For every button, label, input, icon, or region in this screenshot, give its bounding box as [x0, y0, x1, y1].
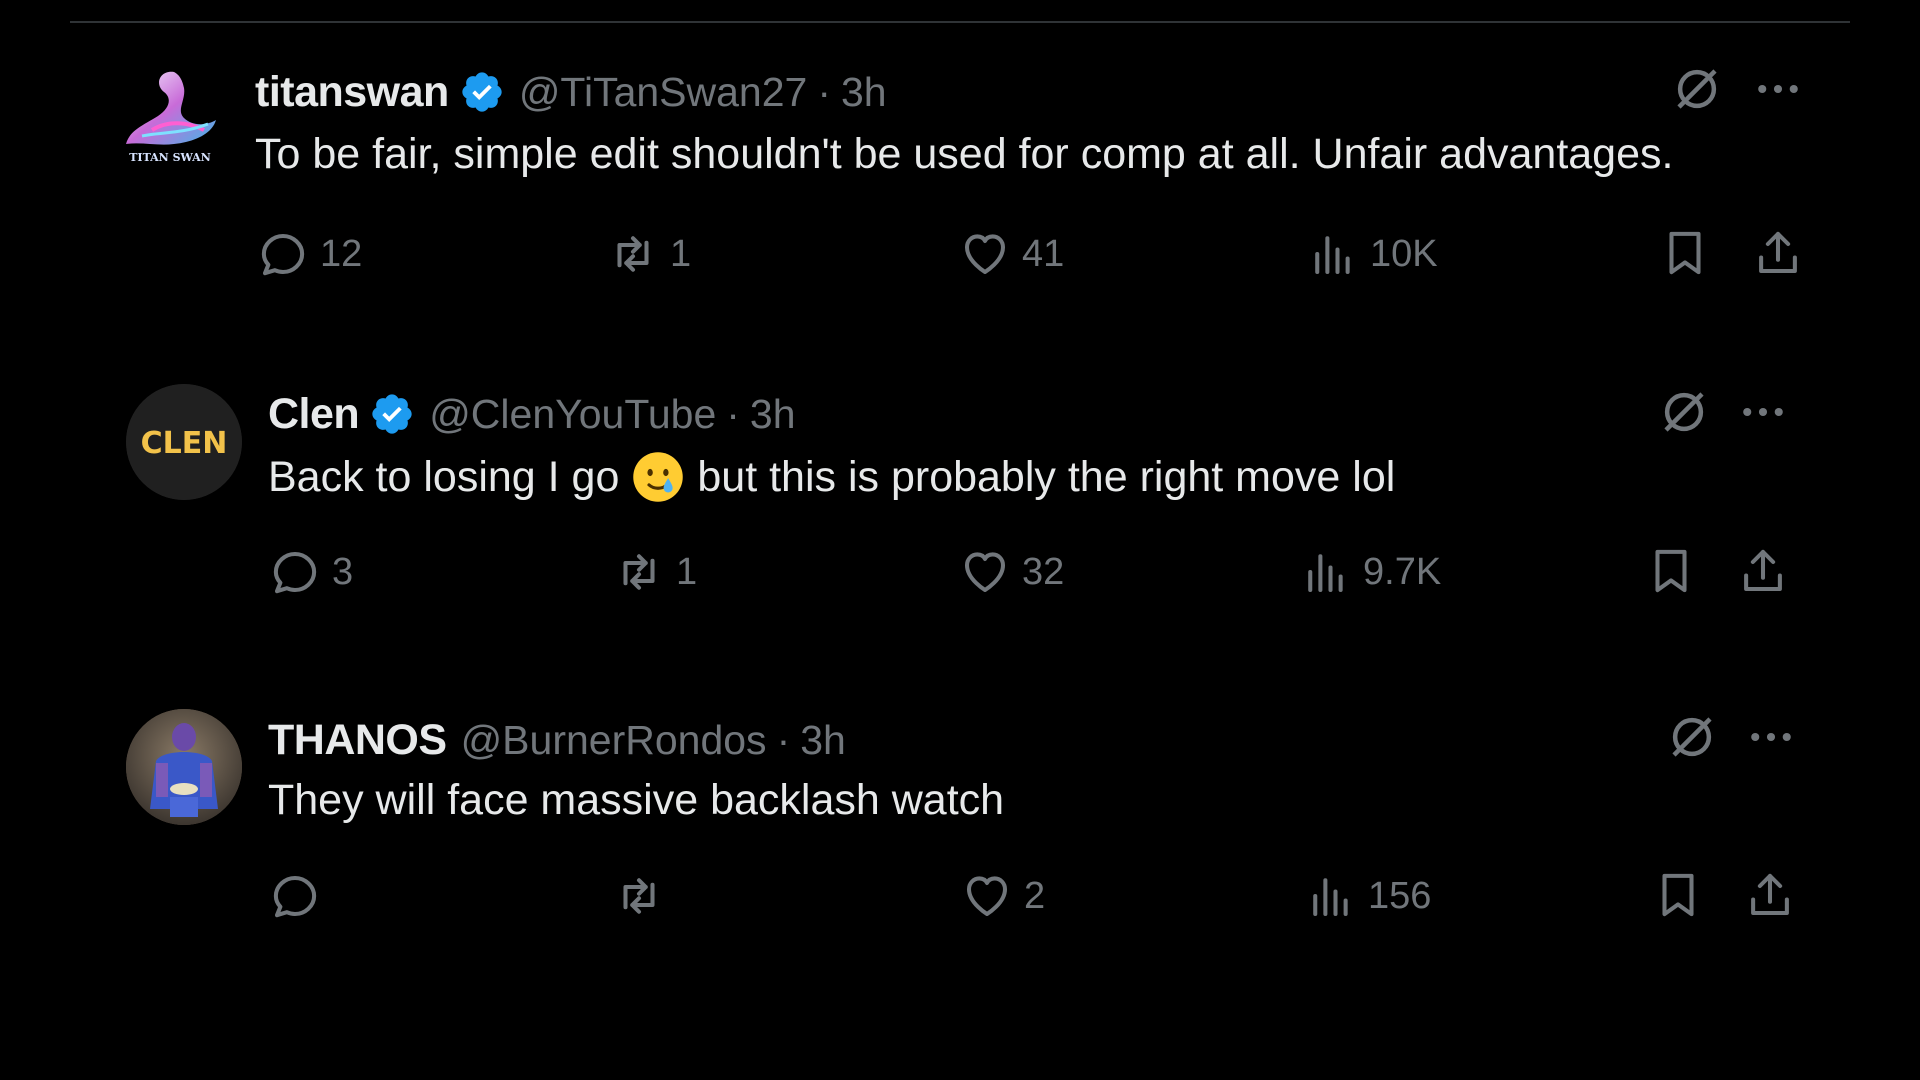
bookmark-icon[interactable]	[1651, 868, 1705, 922]
reply-button[interactable]: 3	[268, 544, 353, 600]
repost-icon	[623, 554, 655, 590]
grok-icon[interactable]	[1665, 710, 1719, 764]
more-icon[interactable]	[1736, 385, 1790, 439]
verified-badge-icon[interactable]	[369, 391, 415, 437]
separator-dot: ·	[726, 390, 740, 437]
views-button[interactable]: 9.7K	[1299, 544, 1441, 600]
tweet-header: Clen @ClenYouTube · 3h	[268, 386, 796, 442]
tweet-text: They will face massive backlash watch	[268, 776, 1005, 824]
grok-icon[interactable]	[1657, 385, 1711, 439]
like-icon	[966, 876, 1008, 917]
views-icon	[1313, 878, 1348, 917]
tweet-thanos[interactable]: THANOS @BurnerRondos · 3h They will face…	[0, 0, 1920, 918]
like-button[interactable]: 2	[960, 868, 1045, 924]
more-icon[interactable]	[1744, 710, 1798, 764]
tweet-text: Back to losing I go but this is probably…	[268, 450, 1395, 504]
repost-count: 1	[676, 550, 698, 593]
user-handle[interactable]: @ClenYouTube	[429, 391, 716, 438]
timestamp[interactable]: 3h	[750, 391, 796, 438]
like-icon	[964, 552, 1006, 593]
reply-button[interactable]	[268, 868, 332, 924]
svg-text:CLEN: CLEN	[141, 426, 228, 461]
tweet-text-part: but this is probably the right move lol	[697, 452, 1396, 501]
repost-icon	[623, 878, 655, 914]
tweet-header: THANOS @BurnerRondos · 3h	[268, 712, 846, 768]
views-icon	[1308, 554, 1343, 593]
view-count: 156	[1368, 874, 1432, 917]
reply-count: 3	[332, 550, 354, 593]
tweet-text-part: Back to losing I go	[268, 452, 620, 501]
share-icon[interactable]	[1736, 544, 1790, 598]
views-button[interactable]: 156	[1304, 868, 1431, 924]
bookmark-icon[interactable]	[1644, 544, 1698, 598]
display-name[interactable]: THANOS	[268, 716, 447, 765]
repost-button[interactable]: 1	[612, 544, 697, 600]
like-count: 2	[1024, 874, 1046, 917]
like-count: 32	[1022, 550, 1065, 593]
reply-icon	[273, 875, 317, 918]
view-count: 9.7K	[1363, 550, 1442, 593]
avatar-clen[interactable]: CLEN	[126, 384, 242, 500]
share-icon[interactable]	[1743, 868, 1797, 922]
reply-icon	[273, 551, 317, 594]
smiling-face-with-tear-emoji	[633, 452, 684, 502]
separator-dot: ·	[776, 716, 791, 763]
repost-button[interactable]	[612, 868, 676, 924]
display-name[interactable]: Clen	[268, 390, 360, 439]
timestamp[interactable]: 3h	[800, 717, 846, 764]
user-handle[interactable]: @BurnerRondos	[461, 717, 767, 764]
avatar-thanos[interactable]	[126, 709, 242, 825]
like-button[interactable]: 32	[958, 544, 1064, 600]
